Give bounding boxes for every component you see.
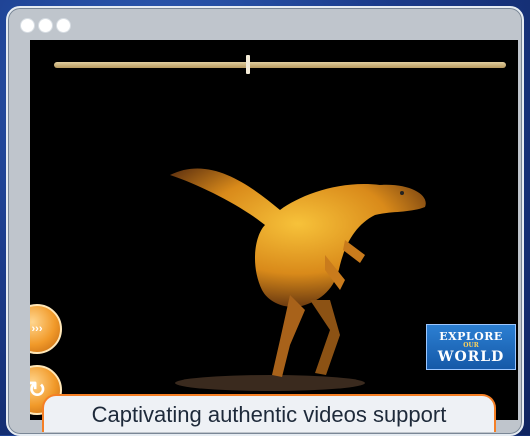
caption-text: Captivating authentic videos support [91, 402, 447, 427]
dinosaur-image [170, 168, 426, 391]
window-controls [21, 19, 70, 32]
logo-text-world: WORLD [437, 348, 505, 365]
next-icon: ››› [31, 323, 43, 335]
video-progress-bar[interactable] [54, 55, 506, 74]
next-button[interactable]: ››› [30, 304, 62, 354]
logo-text-explore: EXPLORE [439, 329, 503, 343]
app-window: ››› ↻ EXPLORE OUR WORLD [6, 6, 524, 436]
video-screen[interactable]: ››› ↻ EXPLORE OUR WORLD [30, 40, 518, 420]
progress-scrubber-handle[interactable] [246, 55, 251, 74]
caption-banner: Captivating authentic videos support [42, 394, 496, 432]
window-dot-maximize[interactable] [57, 19, 70, 32]
window-dot-minimize[interactable] [39, 19, 52, 32]
explore-our-world-logo: EXPLORE OUR WORLD [426, 324, 516, 370]
window-dot-close[interactable] [21, 19, 34, 32]
logo-text-our: OUR [463, 341, 479, 349]
